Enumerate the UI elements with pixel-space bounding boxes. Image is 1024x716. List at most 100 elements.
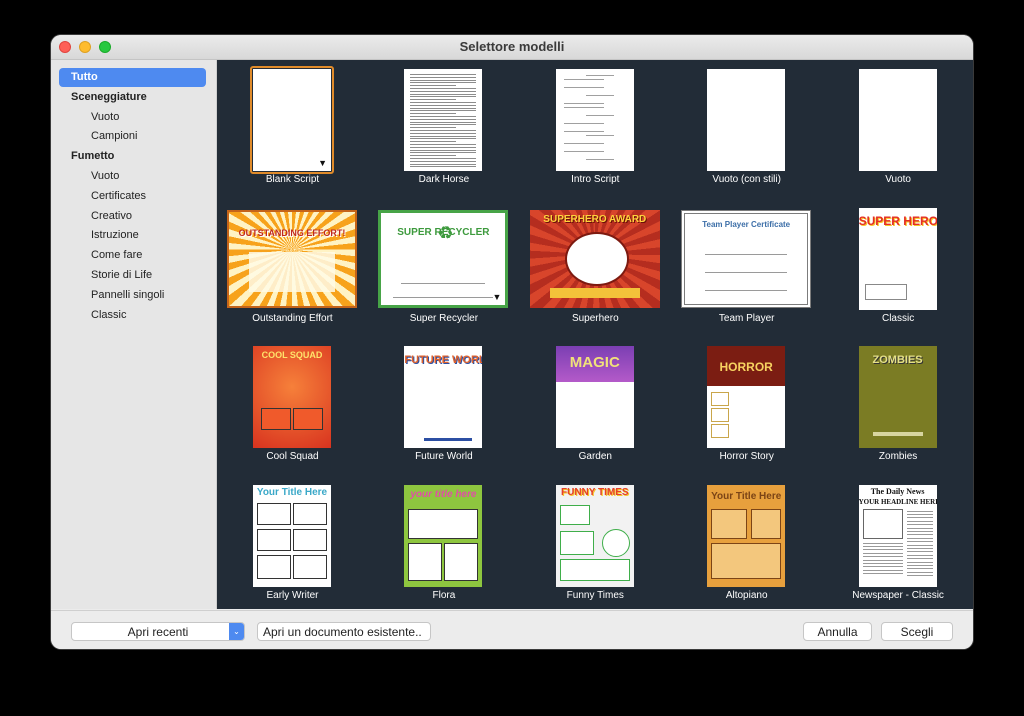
sidebar-item[interactable]: Sceneggiature (59, 88, 206, 107)
template-tile[interactable]: Vuoto (con stili) (671, 64, 822, 202)
template-tile[interactable]: SUPERHERO AWARD Superhero (520, 203, 671, 341)
template-tile[interactable]: FUTURE WORLD Future World (368, 341, 519, 479)
sidebar-item[interactable]: Come fare (59, 246, 206, 265)
sidebar-item[interactable]: Classic (59, 306, 206, 325)
template-thumbnail[interactable]: Your Title Here (707, 484, 786, 587)
template-tile[interactable]: Intro Script (520, 64, 671, 202)
text-line (410, 102, 477, 103)
text-line (585, 75, 614, 76)
template-tile[interactable]: COOL SQUAD Cool Squad (217, 341, 368, 479)
thumbnail-title-art: FUTURE WORLD (404, 354, 483, 366)
comic-panel (408, 542, 443, 581)
comic-panel (711, 508, 748, 539)
template-thumbnail[interactable] (555, 69, 634, 171)
text-line (906, 541, 933, 543)
chevron-updown-icon[interactable]: ⌄ (229, 623, 244, 640)
template-thumbnail[interactable]: Your Title Here (253, 484, 331, 587)
text-line (705, 253, 788, 255)
sidebar-item[interactable]: Creativo (59, 207, 206, 226)
text-line (862, 545, 903, 547)
comic-panel (711, 392, 730, 406)
text-line (906, 524, 933, 526)
template-thumbnail[interactable]: HORROR (707, 346, 786, 448)
comic-panel (444, 542, 479, 581)
template-tile[interactable]: Team Player Certificate Team Player (671, 203, 822, 341)
text-line (410, 74, 477, 75)
text-line (585, 135, 614, 136)
template-tile[interactable]: FUNNY TIMES Funny Times (520, 480, 671, 610)
thumbnail-title-art: OUTSTANDING EFFORT! (238, 227, 346, 238)
template-thumbnail[interactable] (404, 69, 483, 171)
template-thumbnail[interactable]: SUPER RECYCLER ♻ ▼ (378, 209, 509, 308)
template-tile[interactable]: OUTSTANDING EFFORT! Outstanding Effort (217, 203, 368, 341)
sidebar-item[interactable]: Storie di Life (59, 266, 206, 285)
text-line (906, 568, 933, 570)
text-line (705, 289, 788, 291)
text-line (906, 561, 933, 563)
template-label: Outstanding Effort (252, 312, 333, 324)
text-line (906, 530, 933, 532)
template-thumbnail[interactable]: COOL SQUAD (253, 346, 331, 448)
template-thumbnail[interactable]: SUPER HERO (858, 207, 937, 310)
template-thumbnail[interactable]: FUTURE WORLD (404, 346, 483, 448)
sidebar-item[interactable]: Campioni (59, 127, 206, 146)
text-line (906, 517, 933, 519)
template-thumbnail[interactable]: ZOMBIES (858, 346, 937, 448)
template-tile[interactable]: Dark Horse (368, 64, 519, 202)
open-existing-button[interactable]: Apri un documento esistente.. (257, 622, 431, 641)
template-tile[interactable]: The Daily News YOUR HEADLINE HERE Newspape… (823, 480, 973, 610)
cancel-button[interactable]: Annulla (803, 622, 872, 641)
template-thumbnail[interactable]: SUPERHERO AWARD (529, 209, 660, 308)
text-line (563, 107, 604, 108)
template-label: Flora (432, 589, 456, 601)
template-tile[interactable]: SUPER RECYCLER ♻ ▼ Super Recycler (368, 203, 519, 341)
template-thumbnail[interactable]: ▼ (253, 69, 331, 171)
comic-panel (862, 508, 903, 539)
thumbnail-title-art: Your Title Here (256, 486, 328, 498)
template-thumbnail[interactable]: The Daily News YOUR HEADLINE HERE (858, 484, 937, 587)
template-label: Garden (578, 451, 612, 462)
template-thumbnail[interactable]: your title here (404, 484, 483, 587)
comic-panel (257, 502, 291, 525)
sidebar-item[interactable]: Istruzione (59, 226, 206, 245)
text-line (906, 534, 933, 536)
template-tile[interactable]: your title here Flora (368, 480, 519, 610)
comic-panel (261, 408, 291, 430)
template-tile[interactable]: ZOMBIES Zombies (823, 341, 973, 479)
template-tile[interactable]: Vuoto (823, 64, 973, 202)
text-line (393, 296, 494, 298)
text-line (862, 569, 903, 571)
sidebar-item[interactable]: Fumetto (59, 147, 206, 166)
comic-panel (257, 528, 291, 551)
sidebar-item[interactable]: Vuoto (59, 108, 206, 127)
template-tile[interactable]: ▼ Blank Script (217, 64, 368, 202)
template-thumbnail[interactable]: FUNNY TIMES (555, 484, 634, 587)
template-thumbnail[interactable] (707, 69, 786, 171)
text-line (906, 564, 933, 566)
sidebar-item[interactable]: Certificates (59, 187, 206, 206)
template-label: Horror Story (719, 451, 774, 462)
comic-panel (711, 542, 782, 579)
sidebar-item[interactable]: Pannelli singoli (59, 286, 206, 305)
open-recent-select[interactable]: Apri recenti ⌄ (71, 622, 245, 641)
sidebar-item[interactable]: Vuoto (59, 167, 206, 186)
template-tile[interactable]: MAGIC Garden (520, 341, 671, 479)
template-label: Early Writer (266, 589, 319, 601)
template-tile[interactable]: HORROR Horror Story (671, 341, 822, 479)
template-label: Intro Script (571, 174, 620, 185)
text-line (410, 124, 477, 126)
template-tile[interactable]: Your Title Here Early Writer (217, 480, 368, 610)
template-tile[interactable]: SUPER HERO Classic (823, 203, 973, 341)
template-thumbnail[interactable]: Team Player Certificate (681, 209, 812, 308)
template-label: Classic (881, 312, 915, 324)
dropdown-triangle-icon[interactable]: ▼ (318, 158, 327, 168)
text-line (906, 558, 933, 560)
dropdown-triangle-icon: ▼ (492, 291, 502, 302)
sidebar-item[interactable]: Tutto (59, 68, 206, 87)
choose-button[interactable]: Scegli (881, 622, 953, 641)
text-line (410, 130, 477, 131)
template-thumbnail[interactable]: MAGIC (555, 346, 634, 448)
template-tile[interactable]: Your Title Here Altopiano (671, 480, 822, 610)
template-thumbnail[interactable]: OUTSTANDING EFFORT! (227, 209, 357, 308)
template-thumbnail[interactable] (858, 69, 937, 171)
